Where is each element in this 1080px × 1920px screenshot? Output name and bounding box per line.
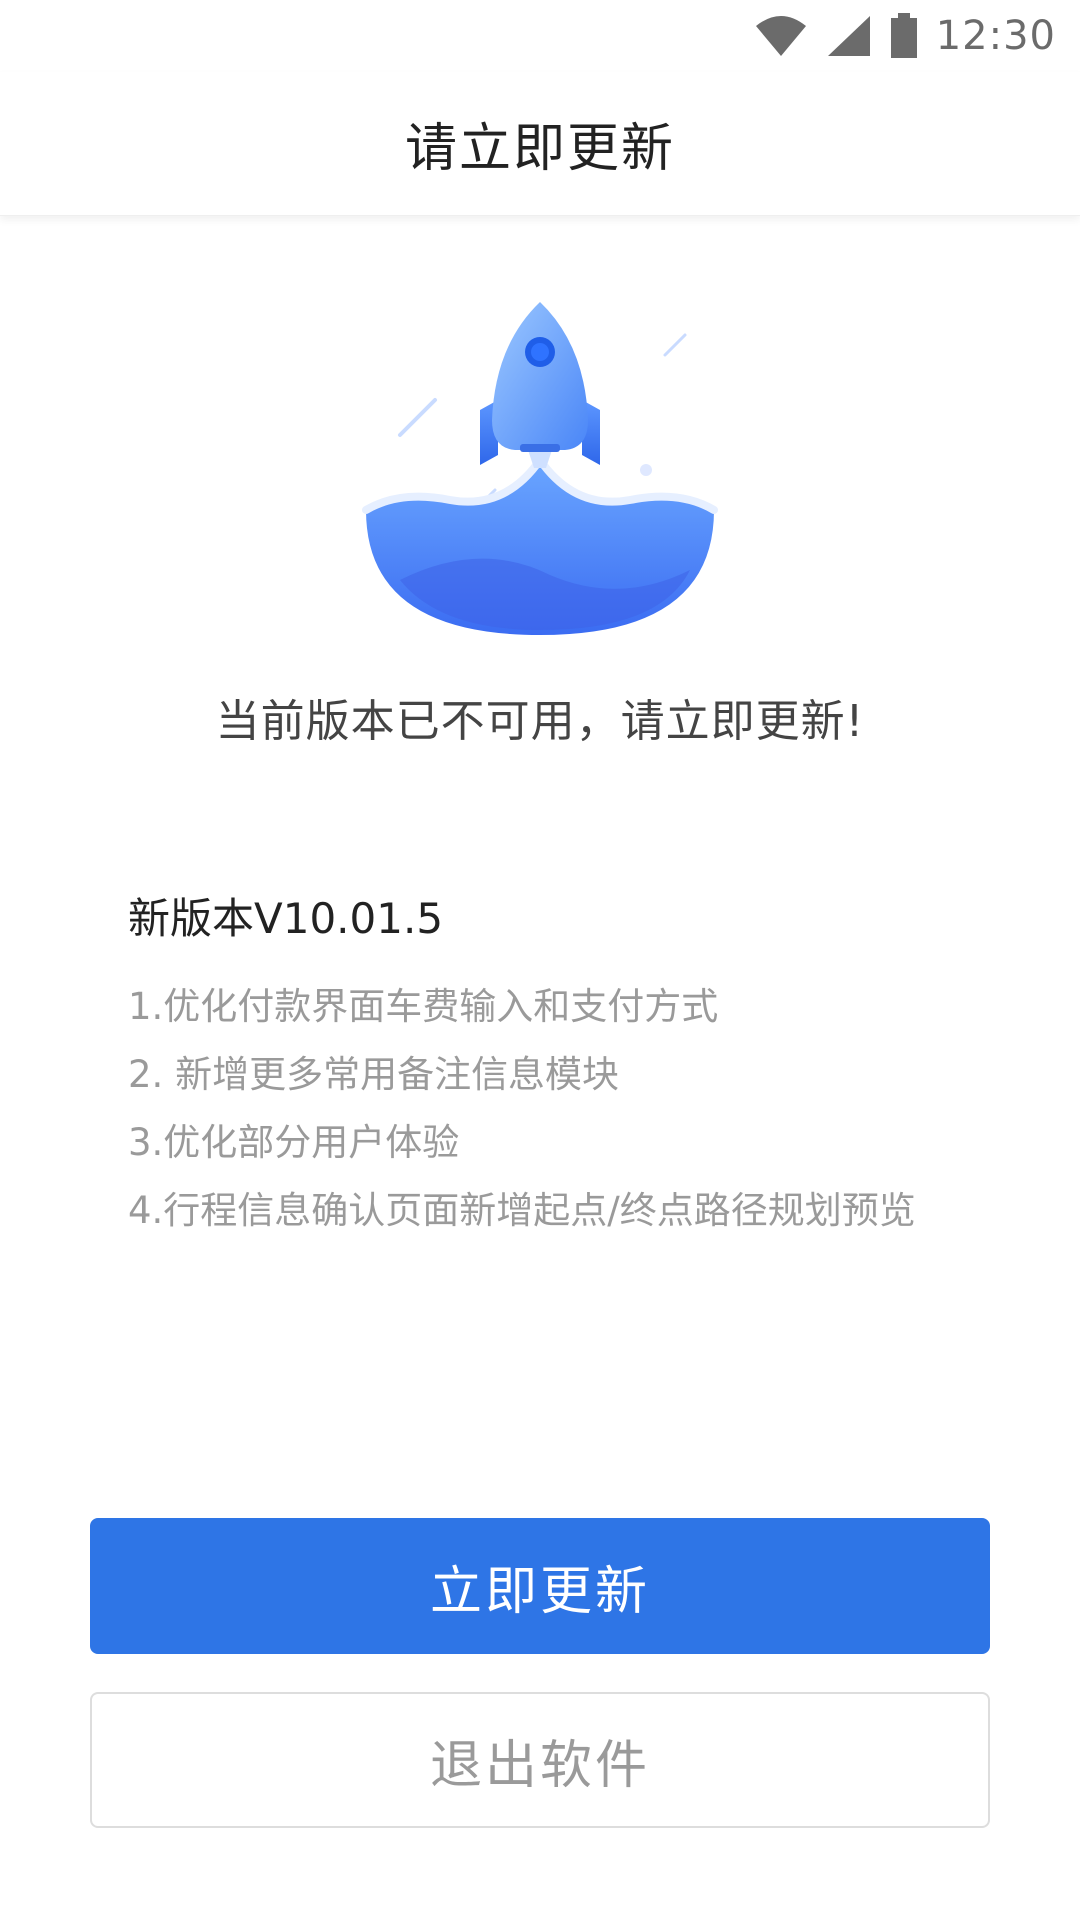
status-bar: 12:30	[0, 0, 1080, 72]
update-required-screen: 12:30 请立即更新 当前版本已不可用，请立即更新! 新版本V10.01.5 …	[0, 0, 1080, 1920]
rocket-launch-illustration	[360, 290, 720, 640]
unavailable-notice: 当前版本已不可用，请立即更新!	[215, 696, 865, 747]
cellular-signal-icon	[827, 16, 870, 56]
page-title: 请立即更新	[404, 119, 675, 179]
title-bar: 请立即更新	[0, 72, 1080, 216]
status-time: 12:30	[935, 13, 1056, 59]
battery-icon	[890, 13, 917, 58]
wifi-icon	[755, 16, 806, 56]
release-notes-list: 1.优化付款界面车费输入和支付方式 2. 新增更多常用备注信息模块 3.优化部分…	[128, 980, 948, 1252]
version-label: 新版本V10.01.5	[128, 894, 444, 943]
update-now-button[interactable]: 立即更新	[90, 1518, 990, 1654]
release-note-item: 3.优化部分用户体验	[128, 1121, 460, 1164]
release-note-item: 1.优化付款界面车费输入和支付方式	[128, 985, 719, 1028]
exit-app-button[interactable]: 退出软件	[90, 1692, 990, 1828]
release-note-item: 4.行程信息确认页面新增起点/终点路径规划预览	[128, 1189, 916, 1232]
release-note-item: 2. 新增更多常用备注信息模块	[128, 1053, 620, 1096]
